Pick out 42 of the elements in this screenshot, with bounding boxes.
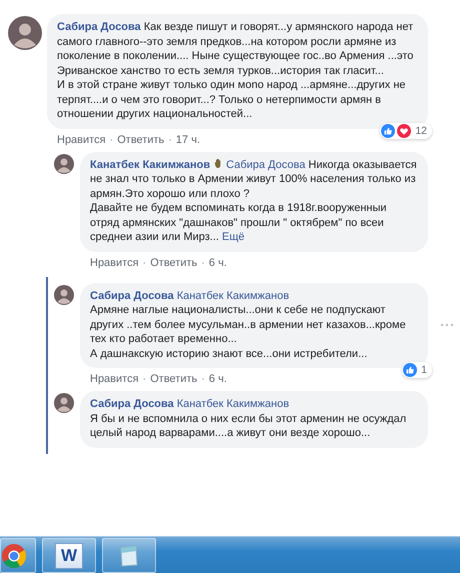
mention-link[interactable]: Сабира Досова	[226, 158, 306, 170]
author-link[interactable]: Сабира Досова	[90, 290, 174, 302]
like-icon	[381, 124, 396, 138]
taskbar-button[interactable]: W	[42, 538, 96, 573]
avatar-icon[interactable]	[54, 154, 74, 174]
separator-dot: ·	[201, 373, 205, 385]
like-link[interactable]: Нравится	[90, 256, 139, 268]
see-more-link[interactable]: Ещё	[222, 231, 245, 243]
word-icon: W	[55, 542, 83, 568]
reactions-summary[interactable]: 12	[380, 122, 432, 138]
comment-text: Канатбек Какимжанов Сабира Досова Никогда оказывается не знал что только в Армении живут 100% населения только из армян.Это хорошо или плохо ? Давайте не будем вспоминать когда в 1918г.вооруженныи отряд армянских "дашнаков" прошли " октябрем" по всеи среднеи азии или Мирз... Ещё	[90, 158, 418, 244]
taskbar-button[interactable]	[102, 538, 156, 573]
comment-time[interactable]: 6 ч.	[208, 256, 227, 268]
comment-time[interactable]: 17 ч.	[176, 134, 200, 146]
comment-text: Сабира Досова Как везде пишут и говорят...у армянского народа нет самого главного--это земля предков...на котором росли армяне из поколение в поколении.... Ныне существующее гос..во Армения ...это Эриванское ханство то есть земля турков...история так гласит... И в этой стране живут только один мono народ ...армяне...других не терпят....и о чем это говорит...? Только о нетерпимости армян в отношении других национальностей...	[57, 20, 414, 122]
separator-dot: ·	[168, 134, 172, 146]
taskbar-button[interactable]	[0, 538, 36, 573]
author-link[interactable]: Канатбек Какимжанов	[90, 158, 210, 170]
like-icon	[403, 363, 418, 377]
reply-link[interactable]: Ответить	[117, 134, 164, 146]
reaction-count: 12	[414, 124, 428, 136]
like-link[interactable]: Нравится	[90, 373, 139, 385]
reaction-count: 1	[420, 364, 428, 376]
avatar-icon[interactable]	[54, 284, 74, 304]
avatar-icon[interactable]	[54, 393, 74, 413]
author-link[interactable]: Сабира Досова	[57, 21, 141, 33]
author-link[interactable]: Сабира Досова	[90, 398, 174, 410]
avatar-icon[interactable]	[8, 16, 42, 50]
comment-text: Сабира Досова Канатбек Какимжанов Армяне наглые националисты...они к себе не подпускают других ..тем более мусульман..в армении нет казахов...кроме тех кто работает временно... А дашнакскую историю знают все...они истребители...	[90, 288, 407, 361]
mention-link[interactable]: Канатбек Какимжанов	[176, 290, 290, 302]
browser-icon	[1, 542, 27, 568]
separator-dot: ·	[110, 134, 114, 146]
separator-dot: ·	[142, 256, 146, 268]
separator-dot: ·	[142, 373, 146, 385]
reactions-summary[interactable]: 1	[402, 362, 432, 378]
comment-text: Сабира Досова Канатбек Какимжанов Я бы и не вспомнила о них если бы этот арменин не осуждал целый народ варварами....а живут они везде хорошо...	[90, 397, 408, 440]
reply-link[interactable]: Ответить	[150, 256, 198, 268]
reply-link[interactable]: Ответить	[150, 373, 198, 385]
mention-link[interactable]: Канатбек Какимжанов	[176, 398, 290, 410]
comment-time[interactable]: 6 ч.	[208, 373, 227, 385]
like-link[interactable]: Нравится	[57, 134, 106, 146]
separator-dot: ·	[201, 256, 205, 268]
